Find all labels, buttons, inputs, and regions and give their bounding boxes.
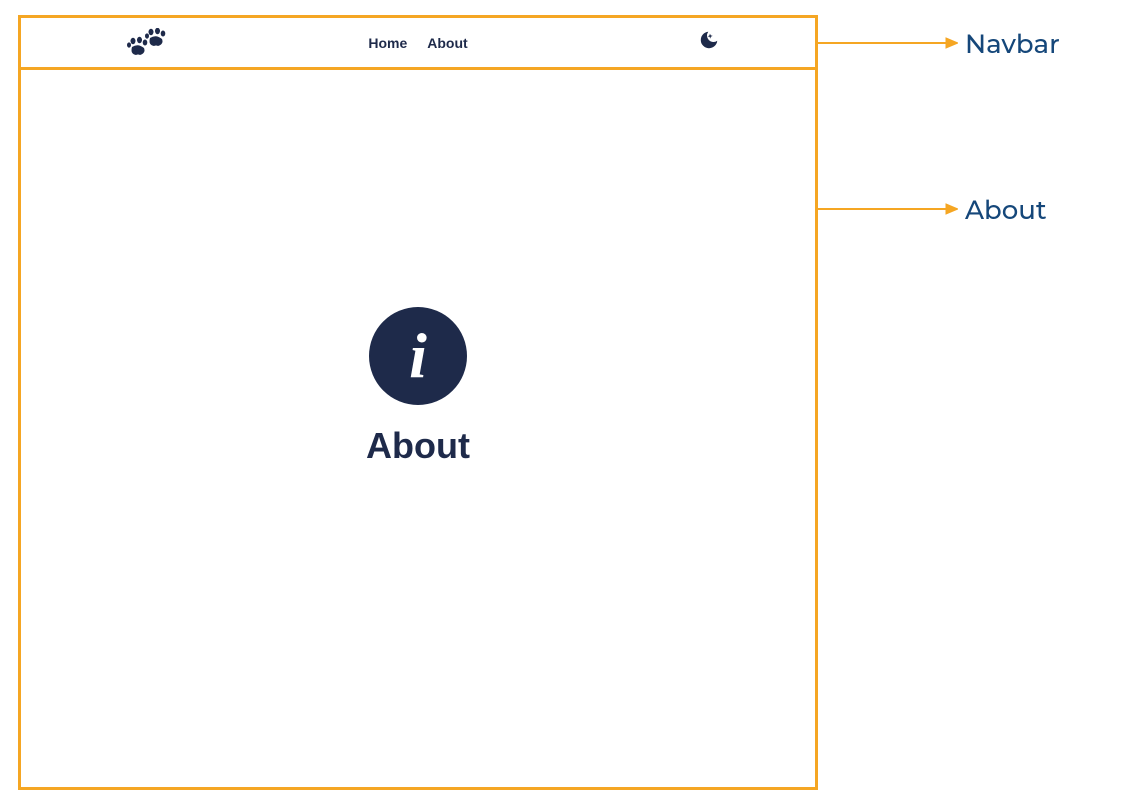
nav-links: Home About (368, 35, 467, 51)
diagram-container: Home About i About (18, 15, 818, 790)
annotation-navbar-label: Navbar (965, 28, 1060, 60)
info-icon: i (369, 307, 467, 405)
logo[interactable] (126, 28, 168, 58)
about-heading: About (366, 425, 470, 467)
nav-link-home[interactable]: Home (368, 35, 407, 51)
navbar: Home About (21, 18, 815, 70)
arrow-about (818, 202, 958, 216)
paw-icon (126, 28, 168, 58)
main-content: i About (21, 70, 815, 784)
info-icon-glyph: i (409, 324, 427, 388)
nav-link-about[interactable]: About (427, 35, 467, 51)
moon-icon (698, 29, 720, 51)
annotation-about-label: About (965, 194, 1047, 226)
arrow-navbar (818, 36, 958, 50)
theme-toggle-button[interactable] (698, 29, 720, 56)
